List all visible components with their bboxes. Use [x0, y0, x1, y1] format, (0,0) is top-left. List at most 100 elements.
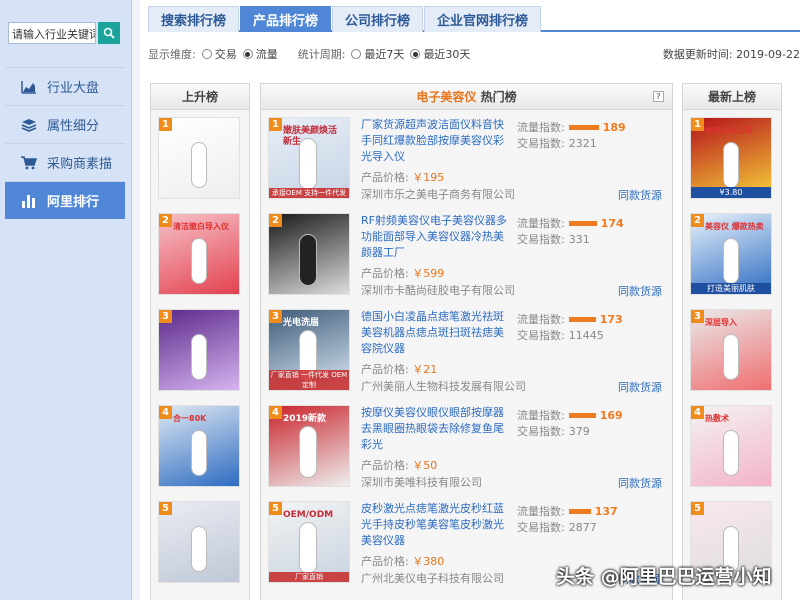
side-thumbnail[interactable]: 2 清洁嫩白导入仪 — [158, 213, 240, 295]
traffic-index: 流量指数: 174 — [517, 215, 624, 231]
rank-badge: 2 — [269, 214, 282, 227]
device-shape — [191, 238, 207, 284]
product-thumbnail[interactable]: 2 — [268, 213, 350, 295]
traffic-value: 174 — [600, 216, 624, 230]
product-row: 1 嫩肤美颜焕活新生 承接OEM 支持一件代发 厂家货源超声波洁面仪料音快手同红… — [261, 111, 672, 207]
radio-label: 最近7天 — [364, 48, 405, 61]
trade-value: 331 — [568, 232, 590, 246]
trade-index: 交易指数: 379 — [517, 423, 590, 439]
side-thumbnail[interactable]: 2 美容仪 爆款热卖 打造美丽肌肤 — [690, 213, 772, 295]
device-shape — [723, 430, 739, 476]
period-label: 统计周期: — [297, 48, 346, 61]
product-row: 4 2019新款 按摩仪美容仪眼仪眼部按摩器去黑眼圈热眼袋去除修复鱼尾彩光 产品… — [261, 399, 672, 495]
product-row: 2 RF射频美容仪电子美容仪器多功能面部导入美容仪器冷热美颜器工厂 产品价格: … — [261, 207, 672, 303]
product-title-link[interactable]: 按摩仪美容仪眼仪眼部按摩器去黑眼圈热眼袋去除修复鱼尾彩光 — [361, 405, 509, 453]
product-title-link[interactable]: 厂家货源超声波洁面仪料音快手同红爆款脸部按摩美容仪彩光导入仪 — [361, 117, 509, 165]
radio-traffic[interactable]: 流量 — [242, 46, 278, 62]
thumb-text: 深层导入 — [705, 318, 737, 327]
side-thumbnail[interactable]: 5 — [158, 501, 240, 583]
device-shape — [299, 138, 317, 190]
product-thumbnail[interactable]: 4 2019新款 — [268, 405, 350, 487]
device-shape — [191, 142, 207, 188]
company-name: 深圳市乐之美电子商务有限公司 — [361, 188, 515, 201]
rank-badge: 3 — [691, 310, 704, 323]
side-thumbnail[interactable]: 4 合一80K — [158, 405, 240, 487]
device-shape — [723, 334, 739, 380]
industry-search-input[interactable]: 请输入行业关键词 — [8, 22, 96, 44]
sidebar-item-attributes[interactable]: 属性细分 — [5, 105, 125, 143]
trade-index: 交易指数: 2877 — [517, 519, 597, 535]
same-source-link[interactable]: 同款货源 — [618, 187, 662, 203]
newest-list: 最新上榜 1 WDIAN五电 ¥3.80 2 美容仪 爆款热卖 打造美丽肌肤 3 深… — [682, 83, 782, 600]
bar-chart-icon — [19, 192, 39, 210]
sidebar-item-buyers[interactable]: 采购商素描 — [5, 143, 125, 181]
side-thumbnail[interactable]: 4 热敷术 — [690, 405, 772, 487]
rank-badge: 2 — [159, 214, 172, 227]
sidebar-item-label: 采购商素描 — [47, 157, 113, 172]
thumb-text: 热敷术 — [705, 414, 729, 423]
product-title-link[interactable]: 皮秒激光点痣笔激光皮秒红蓝光手持皮秒笔美容笔皮秒激光美容仪器 — [361, 501, 509, 549]
trade-value: 11445 — [568, 328, 604, 342]
help-icon[interactable]: ? — [653, 91, 664, 102]
side-thumbnail[interactable]: 3 深层导入 — [690, 309, 772, 391]
rising-list-title: 上升榜 — [151, 84, 249, 110]
dimension-label: 显示维度: — [148, 48, 196, 61]
thumb-text: 合一80K — [173, 414, 207, 423]
traffic-bar — [568, 124, 599, 130]
search-icon — [103, 27, 115, 39]
traffic-index: 流量指数: 189 — [517, 119, 626, 135]
main-panel: 搜索排行榜 产品排行榜 公司排行榜 企业官网排行榜 显示维度: 交易 流量 统计… — [140, 0, 800, 600]
radio-30days[interactable]: 最近30天 — [410, 46, 470, 62]
same-source-link[interactable]: 同款货源 — [618, 283, 662, 299]
price-label: 产品价格: — [361, 171, 409, 184]
price-value: ￥21 — [412, 363, 438, 376]
trade-value: 2877 — [568, 520, 597, 534]
ranking-tabs: 搜索排行榜 产品排行榜 公司排行榜 企业官网排行榜 — [148, 6, 800, 32]
product-title-link[interactable]: RF射频美容仪电子美容仪器多功能面部导入美容仪器冷热美颜器工厂 — [361, 213, 509, 261]
device-shape — [299, 234, 317, 286]
hot-list: 电子美容仪 热门榜 ? 1 嫩肤美颜焕活新生 承接OEM 支持一件代发 厂家货源… — [260, 83, 673, 600]
search-button[interactable] — [98, 22, 120, 44]
device-shape — [191, 526, 207, 572]
traffic-label: 流量指数: — [517, 409, 565, 422]
side-thumbnail[interactable]: 3 — [158, 309, 240, 391]
same-source-link[interactable]: 同款货源 — [618, 379, 662, 395]
traffic-bar — [568, 316, 596, 322]
tab-website-ranking[interactable]: 企业官网排行榜 — [424, 6, 542, 32]
product-title-link[interactable]: 德国小白凌晶点痣笔激光祛斑美容机器点痣点斑扫斑祛痣美容院仪器 — [361, 309, 509, 357]
traffic-index: 流量指数: 169 — [517, 407, 623, 423]
rank-badge: 1 — [691, 118, 704, 131]
side-thumbnail[interactable]: 1 — [158, 117, 240, 199]
product-thumbnail[interactable]: 1 嫩肤美颜焕活新生 承接OEM 支持一件代发 — [268, 117, 350, 199]
tab-search-ranking[interactable]: 搜索排行榜 — [148, 6, 240, 32]
product-price: 产品价格: ￥380 — [361, 553, 444, 569]
price-label: 产品价格: — [361, 267, 409, 280]
product-thumbnail[interactable]: 3 光电洗眉 厂家直销 一件代发 OEM定制 — [268, 309, 350, 391]
product-thumbnail[interactable]: 5 OEM/ODM 厂家直销 — [268, 501, 350, 583]
sidebar-item-industry[interactable]: 行业大盘 — [5, 67, 125, 105]
sidebar-item-label: 阿里排行 — [47, 195, 100, 210]
trade-value: 2321 — [568, 136, 597, 150]
update-time: 数据更新时间: 2019-09-22 — [663, 46, 800, 62]
price-value: ￥50 — [412, 459, 438, 472]
thumb-caption: 厂家直销 — [269, 572, 349, 582]
radio-7days[interactable]: 最近7天 — [351, 46, 404, 62]
traffic-value: 189 — [602, 120, 626, 134]
traffic-label: 流量指数: — [517, 505, 565, 518]
layers-icon — [19, 116, 39, 134]
tab-product-ranking[interactable]: 产品排行榜 — [240, 6, 332, 32]
device-shape — [191, 334, 207, 380]
rank-badge: 5 — [691, 502, 704, 515]
thumb-text: 光电洗眉 — [283, 318, 320, 328]
traffic-bar — [568, 508, 591, 514]
tab-company-ranking[interactable]: 公司排行榜 — [332, 6, 424, 32]
trade-label: 交易指数: — [517, 521, 565, 534]
radio-trade[interactable]: 交易 — [201, 46, 237, 62]
trade-index: 交易指数: 2321 — [517, 135, 597, 151]
company-name: 广州北美仪电子科技有限公司 — [361, 572, 504, 585]
same-source-link[interactable]: 同款货源 — [618, 475, 662, 491]
side-thumbnail[interactable]: 1 WDIAN五电 ¥3.80 — [690, 117, 772, 199]
sidebar-item-ali-ranking[interactable]: 阿里排行 — [5, 181, 125, 219]
thumb-text: OEM/ODM — [283, 510, 334, 520]
hot-list-category[interactable]: 电子美容仪 — [416, 90, 476, 104]
